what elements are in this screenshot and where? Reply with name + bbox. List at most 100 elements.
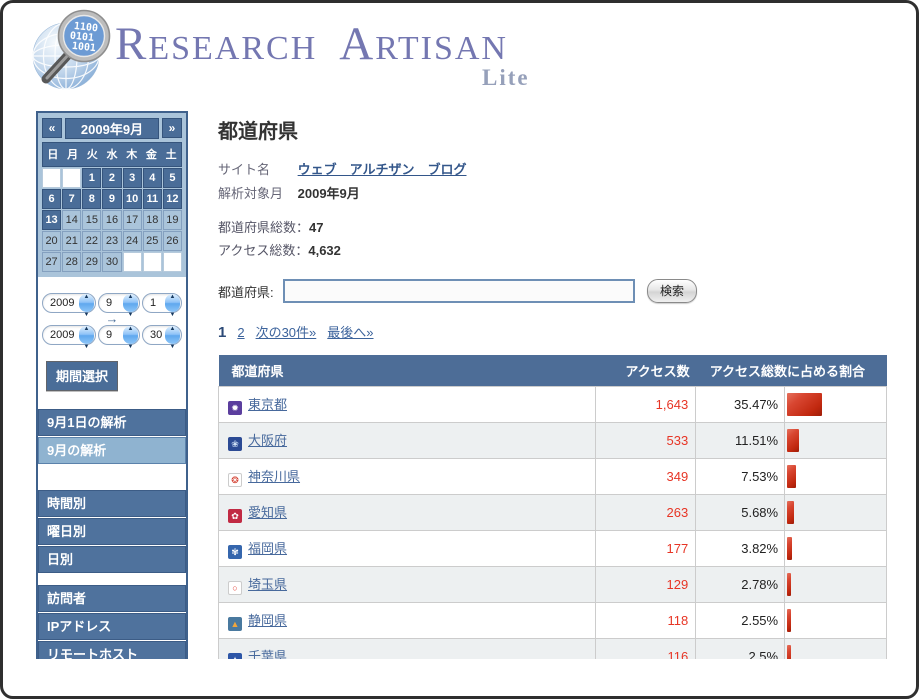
to-day-select[interactable]: 30 <box>142 325 182 345</box>
weekday-label: 火 <box>82 143 102 166</box>
prefecture-emblem-icon: ❀ <box>228 437 242 451</box>
from-year-select[interactable]: 2009 <box>42 293 96 313</box>
pagination-link-2[interactable]: 次の30件» <box>256 325 317 340</box>
prefecture-total-row: 都道府県総数：47 <box>218 218 888 241</box>
ratio-bar-cell <box>785 566 887 602</box>
calendar-prev-month-button[interactable]: « <box>42 118 62 138</box>
brand-subtitle: Lite <box>482 65 530 91</box>
header-prefecture: 都道府県 <box>219 355 596 386</box>
prefecture-link-saitama[interactable]: 埼玉県 <box>248 577 287 592</box>
ratio-bar-cell <box>785 602 887 638</box>
calendar-day-5[interactable]: 5 <box>163 168 182 188</box>
calendar-empty-cell <box>163 252 182 272</box>
ratio-bar <box>787 645 791 660</box>
pagination-link-1[interactable]: 2 <box>237 325 244 340</box>
calendar-day-28: 28 <box>62 252 81 272</box>
ratio-bar-cell <box>785 458 887 494</box>
prefecture-cell: ✹東京都 <box>219 386 596 422</box>
prefecture-cell: ✦ 千葉県 <box>219 638 596 659</box>
site-name-label: サイト名 <box>218 160 294 180</box>
access-count-value: 118 <box>596 602 696 638</box>
calendar-empty-cell <box>143 252 162 272</box>
weekday-label: 木 <box>122 143 142 166</box>
access-ratio-value: 2.5% <box>696 638 785 659</box>
prefecture-link-kanagawa[interactable]: 神奈川県 <box>248 469 300 484</box>
prefecture-emblem-icon: ✦ <box>228 653 242 660</box>
calendar-empty-cell <box>42 168 61 188</box>
from-month-select[interactable]: 9 <box>98 293 140 313</box>
calendar-day-12[interactable]: 12 <box>163 189 182 209</box>
page-title: 都道府県 <box>218 115 888 144</box>
calendar-day-2[interactable]: 2 <box>102 168 121 188</box>
access-ratio-value: 5.68% <box>696 494 785 530</box>
search-button[interactable]: 検索 <box>647 279 697 303</box>
calendar-next-month-button[interactable]: » <box>162 118 182 138</box>
prefecture-emblem-icon: ❂ <box>228 473 242 487</box>
calendar-month-title: 2009年9月 <box>65 118 159 139</box>
sidebar-item-hourly[interactable]: 時間別 <box>38 490 186 517</box>
table-row-saitama: ○埼玉県1292.78% <box>219 566 887 602</box>
analysis-period-label: 解析対象月 <box>218 184 294 204</box>
calendar-day-7[interactable]: 7 <box>62 189 81 209</box>
calendar: « 2009年9月 » 日月火水木金土 12345678910111213141… <box>38 113 186 277</box>
calendar-day-10[interactable]: 10 <box>123 189 142 209</box>
calendar-day-1[interactable]: 1 <box>82 168 101 188</box>
prefecture-link-aichi[interactable]: 愛知県 <box>248 505 287 520</box>
prefecture-table: 都道府県 アクセス数 アクセス総数に占める割合 ✹東京都1,64335.47%❀… <box>218 355 887 659</box>
calendar-day-6[interactable]: 6 <box>42 189 61 209</box>
period-select-button[interactable]: 期間選択 <box>46 361 118 391</box>
access-count-value: 129 <box>596 566 696 602</box>
sidebar-item-sep-analysis[interactable]: 9月の解析 <box>38 437 186 464</box>
table-row-osaka: ❀大阪府53311.51% <box>219 422 887 458</box>
access-total-row: アクセス総数：4,632 <box>218 241 888 264</box>
to-year-select[interactable]: 2009 <box>42 325 96 345</box>
ratio-bar-cell <box>785 638 887 659</box>
calendar-day-11[interactable]: 11 <box>143 189 162 209</box>
ratio-bar-cell <box>785 422 887 458</box>
sidebar-item-ip-address[interactable]: IPアドレス <box>38 613 186 640</box>
ratio-bar <box>787 393 822 416</box>
calendar-empty-cell <box>123 252 142 272</box>
calendar-day-13[interactable]: 13 <box>42 210 61 230</box>
calendar-day-4[interactable]: 4 <box>143 168 162 188</box>
range-arrow: → <box>41 313 183 325</box>
prefecture-link-osaka[interactable]: 大阪府 <box>248 433 287 448</box>
sidebar-item-daily[interactable]: 日別 <box>38 546 186 573</box>
prefecture-emblem-icon: ▲ <box>228 617 242 631</box>
prefecture-cell: ✿愛知県 <box>219 494 596 530</box>
ratio-bar-cell <box>785 494 887 530</box>
pagination-link-3[interactable]: 最後へ» <box>327 325 373 340</box>
calendar-day-22: 22 <box>82 231 101 251</box>
page-viewport: 1100 0101 1001 RESEARCH ARTISAN Lite « 2… <box>3 3 916 659</box>
calendar-day-8[interactable]: 8 <box>82 189 101 209</box>
table-row-chiba: ✦千葉県1162.5% <box>219 638 887 659</box>
access-count-value: 1,643 <box>596 386 696 422</box>
stepper-arrows-icon <box>123 326 138 344</box>
calendar-day-20: 20 <box>42 231 61 251</box>
table-row-shizuoka: ▲ 静岡県 1182.55% <box>219 602 887 638</box>
calendar-day-3[interactable]: 3 <box>123 168 142 188</box>
calendar-day-9[interactable]: 9 <box>102 189 121 209</box>
ratio-bar-cell <box>785 530 887 566</box>
calendar-day-24: 24 <box>123 231 142 251</box>
sidebar-item-by-weekday[interactable]: 曜日別 <box>38 518 186 545</box>
from-day-select[interactable]: 1 <box>142 293 182 313</box>
calendar-day-27: 27 <box>42 252 61 272</box>
sidebar-item-visitors[interactable]: 訪問者 <box>38 585 186 612</box>
site-name-link[interactable]: ウェブ アルチザン ブログ <box>298 162 467 177</box>
sidebar-item-remote-host[interactable]: リモートホスト <box>38 641 186 659</box>
prefecture-link-tokyo[interactable]: 東京都 <box>248 397 287 412</box>
sidebar-item-sep1-analysis[interactable]: 9月1日の解析 <box>38 409 186 436</box>
prefecture-search-input[interactable] <box>283 279 635 303</box>
ratio-bar <box>787 573 791 596</box>
table-header-row: 都道府県 アクセス数 アクセス総数に占める割合 <box>219 355 887 386</box>
weekday-label: 月 <box>63 143 83 166</box>
ratio-bar <box>787 609 791 632</box>
calendar-day-16: 16 <box>102 210 121 230</box>
prefecture-link-fukuoka[interactable]: 福岡県 <box>248 541 287 556</box>
to-month-select[interactable]: 9 <box>98 325 140 345</box>
main-content: 都道府県 サイト名 ウェブ アルチザン ブログ 解析対象月 2009年9月 都道… <box>218 111 888 659</box>
access-ratio-value: 2.55% <box>696 602 785 638</box>
prefecture-link-chiba[interactable]: 千葉県 <box>248 649 287 660</box>
prefecture-link-shizuoka[interactable]: 静岡県 <box>248 613 287 628</box>
